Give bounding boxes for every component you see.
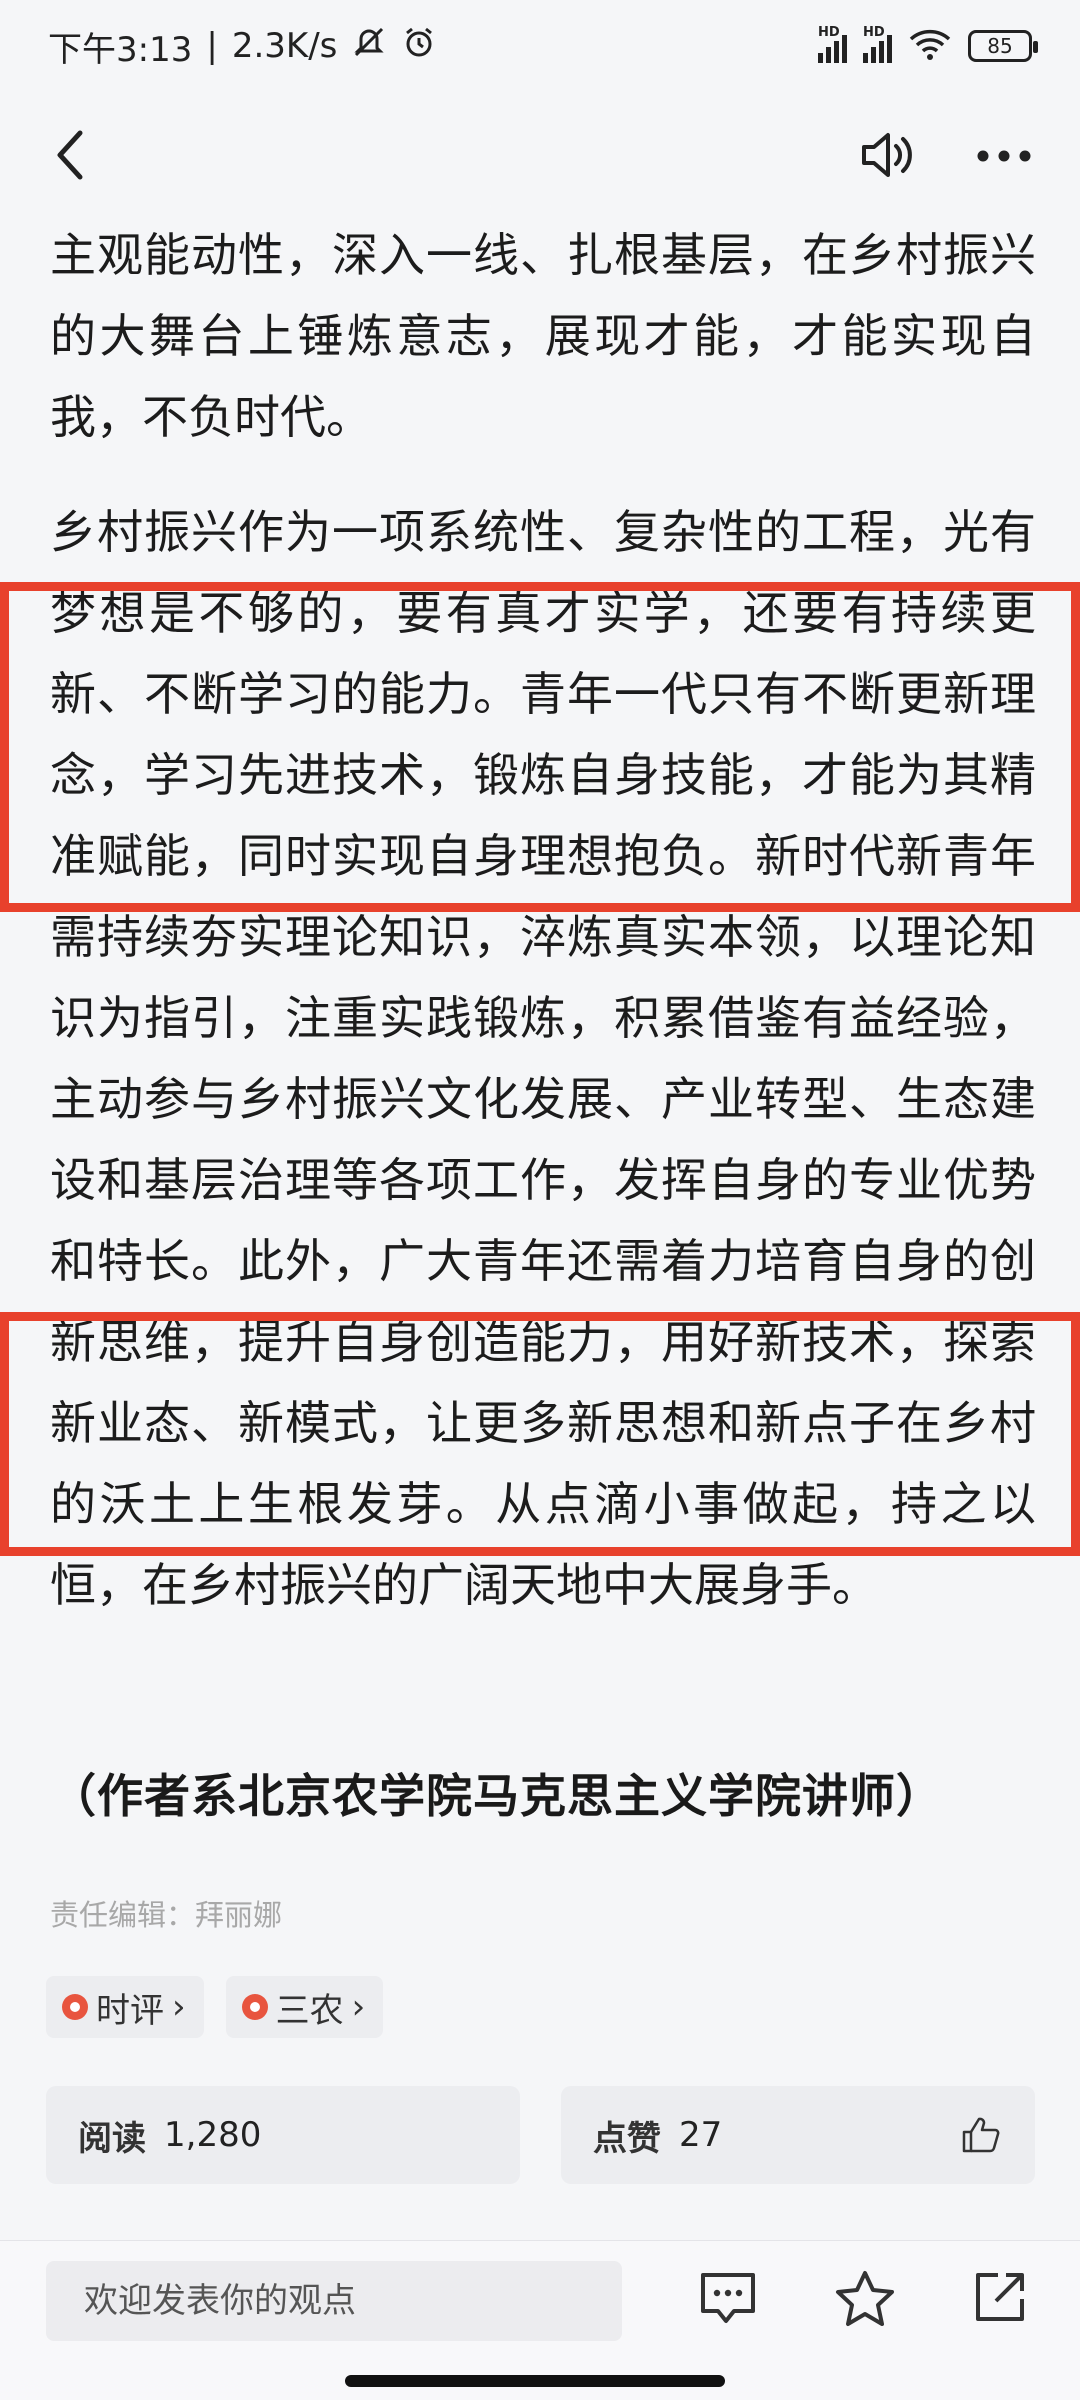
tag-shiping[interactable]: 时评 › [46, 1976, 204, 2038]
location-pin-icon [62, 1994, 88, 2020]
highlight-box [0, 1312, 1080, 1556]
status-net-speed: 2.3K/s [231, 26, 338, 66]
navbar-actions [860, 129, 1032, 185]
signal-icon-2: HD [863, 25, 892, 63]
share-icon[interactable] [972, 2269, 1028, 2329]
status-right: HD HD 85 [818, 25, 1038, 65]
mute-icon [351, 24, 387, 69]
star-icon[interactable] [834, 2269, 896, 2333]
top-navbar [0, 92, 1080, 222]
battery-indicator: 85 [968, 30, 1038, 62]
chevron-right-icon: › [172, 1987, 186, 2027]
like-button[interactable]: 点赞 27 [561, 2086, 1035, 2184]
battery-level: 85 [987, 34, 1013, 58]
status-bar: 下午3:13 | 2.3K/s HD HD 85 [0, 0, 1080, 92]
back-icon[interactable] [50, 127, 90, 187]
read-value: 1,280 [164, 2115, 262, 2155]
status-separator: | [206, 26, 218, 66]
signal-hd-label-2: HD [863, 25, 885, 40]
read-count-card: 阅读 1,280 [46, 2086, 520, 2184]
more-dots-icon[interactable] [976, 148, 1032, 167]
editor-credit: 责任编辑：拜丽娜 [50, 1898, 283, 1932]
highlight-box [0, 582, 1080, 912]
comment-input[interactable] [46, 2261, 622, 2341]
wifi-icon [908, 27, 952, 65]
tag-sannong[interactable]: 三农 › [225, 1976, 384, 2038]
like-label: 点赞 [593, 2118, 661, 2159]
home-indicator[interactable] [345, 2375, 725, 2387]
location-pin-icon [241, 1994, 268, 2020]
comment-icon[interactable] [698, 2269, 758, 2331]
tag-label: 三农 [275, 1990, 344, 2031]
thumbs-up-icon [961, 2116, 1001, 2163]
tag-label: 时评 [96, 1990, 164, 2031]
signal-hd-label: HD [818, 25, 840, 40]
status-time: 下午3:13 [48, 29, 193, 70]
article-paragraph: 主观能动性，深入一线、扎根基层，在乡村振兴的大舞台上锤炼意志，展现才能，才能实现… [50, 228, 1036, 444]
read-label: 阅读 [78, 2118, 146, 2159]
chevron-right-icon: › [351, 1987, 366, 2027]
like-value: 27 [679, 2115, 723, 2155]
tag-list: 时评 › 三农 › [46, 1976, 384, 2038]
speaker-icon[interactable] [860, 129, 918, 185]
alarm-icon [401, 24, 437, 69]
signal-icon: HD [818, 25, 847, 63]
author-note: （作者系北京农学院马克思主义学院讲师） [50, 1769, 943, 1823]
bottom-bar [0, 2240, 1080, 2400]
status-left: 下午3:13 | 2.3K/s [48, 22, 437, 71]
